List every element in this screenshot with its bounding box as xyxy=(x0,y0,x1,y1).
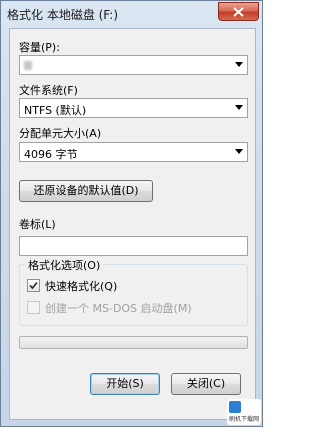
start-button[interactable]: 开始(S) xyxy=(90,373,160,395)
format-options-title: 格式化选项(O) xyxy=(25,257,104,273)
capacity-label: 容量(P): xyxy=(19,41,60,54)
chevron-down-icon xyxy=(235,149,243,154)
volume-label-label: 卷标(L) xyxy=(19,218,56,231)
msdos-startup-label: 创建一个 MS-DOS 启动盘(M) xyxy=(45,302,192,315)
watermark-text: 刷机下载网 xyxy=(229,416,260,423)
checkmark-icon xyxy=(29,281,38,290)
close-icon xyxy=(233,6,244,17)
title-bar[interactable]: 格式化 本地磁盘 (F:) xyxy=(1,1,262,27)
dialog-body: 容量(P): 文件系统(F) NTFS (默认) 分配单元大小(A) 4096 … xyxy=(9,28,256,420)
format-dialog-window: 格式化 本地磁盘 (F:) 容量(P): 文件系统(F) NTFS (默认) 分… xyxy=(0,0,263,427)
watermark-logo-icon xyxy=(229,401,241,413)
format-options-group: 格式化选项(O) 快速格式化(Q) 创建一个 MS-DOS 启动盘(M) xyxy=(19,257,248,326)
window-close-button[interactable] xyxy=(218,2,259,21)
capacity-value-blurred xyxy=(24,61,32,70)
allocation-unit-value: 4096 字节 xyxy=(24,148,78,161)
volume-label-input[interactable] xyxy=(19,236,248,256)
format-progress-bar xyxy=(19,336,248,349)
quick-format-label[interactable]: 快速格式化(Q) xyxy=(45,278,117,294)
allocation-unit-select[interactable]: 4096 字节 xyxy=(19,142,248,162)
chevron-down-icon xyxy=(235,105,243,110)
msdos-startup-checkbox[interactable] xyxy=(27,301,40,314)
window-title: 格式化 本地磁盘 (F:) xyxy=(7,8,119,22)
close-button[interactable]: 关闭(C) xyxy=(171,373,241,395)
allocation-unit-label: 分配单元大小(A) xyxy=(19,127,102,140)
capacity-select[interactable] xyxy=(19,55,248,75)
chevron-down-icon xyxy=(235,62,243,67)
site-watermark: 刷机下载网 xyxy=(227,399,261,425)
filesystem-label: 文件系统(F) xyxy=(19,84,78,97)
restore-defaults-button[interactable]: 还原设备的默认值(D) xyxy=(19,180,153,202)
filesystem-value: NTFS (默认) xyxy=(24,104,87,117)
quick-format-checkbox[interactable] xyxy=(27,279,40,292)
filesystem-select[interactable]: NTFS (默认) xyxy=(19,98,248,118)
